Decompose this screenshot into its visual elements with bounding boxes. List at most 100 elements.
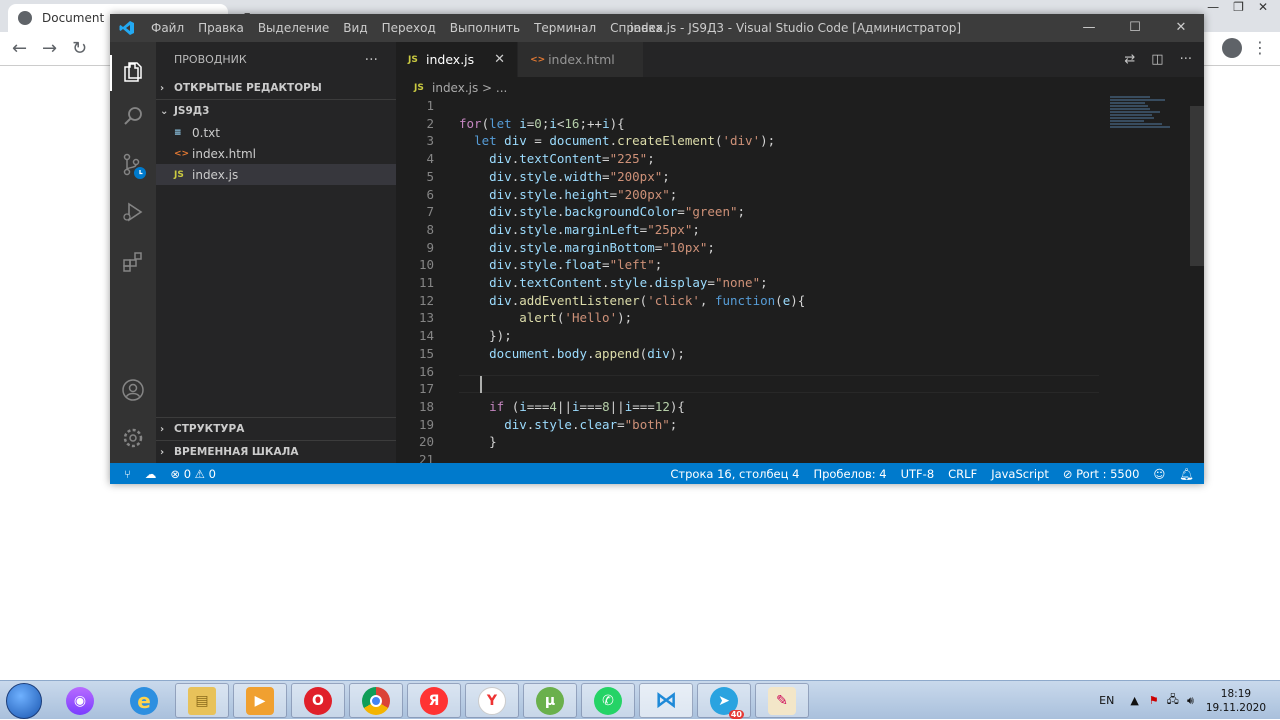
code-line[interactable]: 16	[396, 363, 1096, 381]
split-editor-icon[interactable]: ◫	[1151, 52, 1163, 67]
start-button-icon[interactable]	[6, 683, 42, 719]
source-control-icon[interactable]	[121, 152, 146, 179]
code-line[interactable]: 17	[396, 380, 1096, 398]
menu-terminal[interactable]: Терминал	[527, 14, 603, 42]
menu-selection[interactable]: Выделение	[251, 14, 336, 42]
more-actions-icon[interactable]: ···	[365, 52, 378, 68]
action-center-icon[interactable]: ⚑	[1145, 694, 1163, 707]
folder-section[interactable]: ⌄ JS9Д3	[156, 100, 396, 122]
maximize-icon[interactable]: ☐	[1112, 14, 1158, 42]
menu-run[interactable]: Выполнить	[443, 14, 527, 42]
line-number: 17	[418, 381, 434, 397]
yandex-icon[interactable]: Я	[407, 683, 461, 718]
close-icon[interactable]: ✕	[1258, 0, 1268, 18]
language-indicator[interactable]: EN	[1089, 694, 1124, 707]
code-line[interactable]: 15 document.body.append(div);	[396, 345, 1096, 363]
timeline-section[interactable]: › ВРЕМЕННАЯ ШКАЛА	[156, 441, 396, 463]
code-line[interactable]: 21	[396, 451, 1096, 463]
profile-avatar[interactable]	[1222, 38, 1242, 58]
code-line[interactable]: 1	[396, 97, 1096, 115]
more-actions-icon[interactable]: ···	[1180, 52, 1192, 67]
code-line[interactable]: 19 div.style.clear="both";	[396, 416, 1096, 434]
remote-icon[interactable]: ⑂	[124, 467, 131, 481]
clock[interactable]: 18:19 19.11.2020	[1198, 687, 1280, 715]
close-icon[interactable]: ✕	[1158, 14, 1204, 42]
network-icon[interactable]: 🖧︎	[1163, 691, 1183, 710]
close-icon[interactable]: ✕	[494, 52, 505, 67]
code-line[interactable]: 13 alert('Hello');	[396, 309, 1096, 327]
opera-icon[interactable]: O	[291, 683, 345, 718]
reload-icon[interactable]: ↻	[72, 38, 87, 59]
settings-gear-icon[interactable]	[121, 426, 145, 450]
minimize-icon[interactable]: —	[1207, 0, 1219, 18]
sync-icon[interactable]: ☁	[145, 467, 157, 481]
encoding[interactable]: UTF-8	[901, 467, 935, 481]
back-icon[interactable]: ←	[12, 38, 27, 59]
vertical-scrollbar[interactable]	[1190, 96, 1204, 463]
code-line[interactable]: 20 }	[396, 433, 1096, 451]
accounts-icon[interactable]	[121, 378, 145, 402]
utorrent-icon[interactable]: µ	[523, 683, 577, 718]
explorer-icon[interactable]	[121, 60, 145, 84]
chrome-icon[interactable]	[349, 683, 403, 718]
menu-view[interactable]: Вид	[336, 14, 374, 42]
media-player-icon[interactable]: ▶	[233, 683, 287, 718]
vscode-taskbar-icon[interactable]: ⋈	[639, 683, 693, 718]
live-server-port[interactable]: ⊘ Port : 5500	[1063, 467, 1140, 481]
notifications-bell-icon[interactable]: 🔔︎	[1179, 467, 1194, 481]
menu-go[interactable]: Переход	[375, 14, 443, 42]
code-line[interactable]: 5 div.style.width="200px";	[396, 168, 1096, 186]
code-line[interactable]: 14 });	[396, 327, 1096, 345]
code-line[interactable]: 3 let div = document.createElement('div'…	[396, 132, 1096, 150]
internet-explorer-icon[interactable]: e	[124, 684, 164, 718]
minimize-icon[interactable]: —	[1066, 14, 1112, 42]
language-mode[interactable]: JavaScript	[991, 467, 1049, 481]
code-line[interactable]: 2 for(let i=0;i<16;++i){	[396, 115, 1096, 133]
restore-icon[interactable]: ❐	[1233, 0, 1244, 18]
code-line[interactable]: 4 div.textContent="225";	[396, 150, 1096, 168]
alice-icon[interactable]: ◉	[60, 684, 100, 718]
run-debug-icon[interactable]	[121, 200, 145, 224]
line-number: 4	[426, 151, 434, 167]
file-item-index-html[interactable]: <> index.html	[156, 143, 396, 164]
menu-edit[interactable]: Правка	[191, 14, 251, 42]
code-editor[interactable]: 1 2 for(let i=0;i<16;++i){3 let div = docu…	[396, 96, 1186, 463]
extensions-icon[interactable]	[121, 250, 145, 274]
outline-section[interactable]: › СТРУКТУРА	[156, 418, 396, 440]
code-line[interactable]: 18 if (i===4||i===8||i===12){	[396, 398, 1096, 416]
tab-index-html[interactable]: <> index.html	[518, 42, 644, 77]
browser-menu-icon[interactable]: ⋮	[1252, 38, 1268, 57]
scrollbar-thumb[interactable]	[1190, 106, 1204, 266]
code-line[interactable]: 9 div.style.marginBottom="10px";	[396, 239, 1096, 257]
code-line[interactable]: 12 div.addEventListener('click', functio…	[396, 292, 1096, 310]
code-line[interactable]: 10 div.style.float="left";	[396, 256, 1096, 274]
file-item-index-js[interactable]: JS index.js	[156, 164, 396, 185]
open-editors-section[interactable]: › ОТКРЫТЫЕ РЕДАКТОРЫ	[156, 77, 396, 99]
forward-icon[interactable]: →	[42, 38, 57, 59]
search-icon[interactable]	[121, 104, 145, 128]
file-explorer-icon[interactable]: ▤	[175, 683, 229, 718]
code-line[interactable]: 11 div.textContent.style.display="none";	[396, 274, 1096, 292]
yandex-browser-icon[interactable]: Y	[465, 683, 519, 718]
outline-label: СТРУКТУРА	[174, 423, 245, 435]
file-item-0txt[interactable]: ≡ 0.txt	[156, 122, 396, 143]
telegram-icon[interactable]: ➤ 40	[697, 683, 751, 719]
open-changes-icon[interactable]: ⇄	[1124, 52, 1135, 67]
cursor-position[interactable]: Строка 16, столбец 4	[670, 467, 799, 481]
menu-file[interactable]: Файл	[144, 14, 191, 42]
breadcrumb-path[interactable]: index.js > ...	[432, 81, 507, 95]
code-line[interactable]: 8 div.style.marginLeft="25px";	[396, 221, 1096, 239]
code-text: alert('Hello');	[519, 310, 633, 326]
tab-index-js[interactable]: JS index.js ✕	[396, 42, 519, 77]
whatsapp-icon[interactable]: ✆	[581, 683, 635, 718]
feedback-icon[interactable]: ☺	[1153, 467, 1165, 481]
indentation[interactable]: Пробелов: 4	[813, 467, 886, 481]
minimap[interactable]	[1110, 96, 1190, 146]
paint-icon[interactable]: ✎	[755, 683, 809, 718]
show-hidden-icons-icon[interactable]: ▲	[1124, 694, 1144, 707]
problems-indicator[interactable]: ⊗ 0 ⚠ 0	[170, 467, 216, 481]
line-ending[interactable]: CRLF	[948, 467, 977, 481]
code-line[interactable]: 7 div.style.backgroundColor="green";	[396, 203, 1096, 221]
code-line[interactable]: 6 div.style.height="200px";	[396, 186, 1096, 204]
volume-icon[interactable]: 🔊︎	[1183, 694, 1198, 708]
